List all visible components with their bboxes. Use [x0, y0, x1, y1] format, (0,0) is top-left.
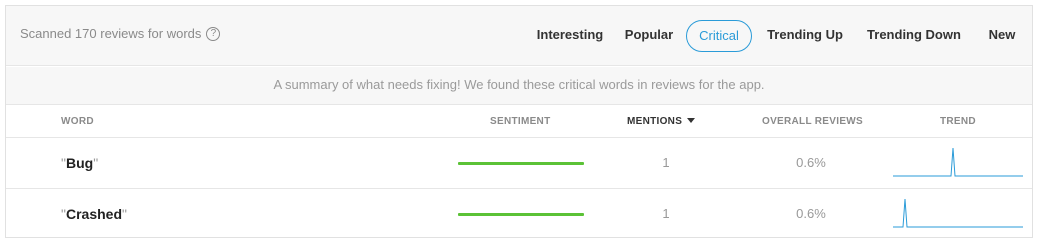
tab-popular[interactable]: Popular [618, 20, 680, 52]
word-cell[interactable]: "Bug" [61, 155, 98, 171]
tab-new[interactable]: New [984, 20, 1020, 52]
word-text: Bug [65, 155, 94, 171]
toolbar: Scanned 170 reviews for words ? Interest… [6, 6, 1032, 66]
sentiment-bar [458, 162, 584, 165]
tab-trending-up[interactable]: Trending Up [762, 20, 848, 52]
overall-reviews-cell: 0.6% [796, 206, 826, 221]
tab-trending-down[interactable]: Trending Down [862, 20, 966, 52]
trend-sparkline [893, 198, 1023, 228]
column-header-mentions[interactable]: MENTIONS [627, 116, 696, 127]
caret-down-icon [687, 117, 696, 123]
trend-line [893, 198, 1023, 228]
reviews-word-panel: Scanned 170 reviews for words ? Interest… [5, 5, 1033, 238]
trend-sparkline [893, 147, 1023, 177]
word-cell[interactable]: "Crashed" [61, 206, 127, 222]
trend-line [893, 147, 1023, 177]
table-row[interactable]: "Bug" 1 0.6% [6, 138, 1032, 189]
tab-interesting[interactable]: Interesting [530, 20, 610, 52]
scan-summary: Scanned 170 reviews for words ? [20, 26, 221, 41]
word-text: Crashed [65, 206, 123, 222]
tab-critical[interactable]: Critical [686, 20, 752, 52]
column-header-trend: TREND [940, 116, 976, 127]
question-circle-icon[interactable]: ? [206, 26, 221, 41]
column-header-word: WORD [61, 116, 94, 127]
column-header-overall-reviews[interactable]: OVERALL REVIEWS [762, 116, 863, 127]
overall-reviews-cell: 0.6% [796, 155, 826, 170]
column-header-mentions-label: MENTIONS [627, 116, 683, 127]
scan-text: Scanned 170 reviews for words [20, 26, 202, 41]
mentions-cell: 1 [662, 206, 670, 221]
sentiment-bar [458, 213, 584, 216]
mentions-cell: 1 [662, 155, 670, 170]
column-header-sentiment[interactable]: SENTIMENT [490, 116, 550, 127]
table-row[interactable]: "Crashed" 1 0.6% [6, 189, 1032, 240]
summary-banner: A summary of what needs fixing! We found… [6, 67, 1032, 105]
